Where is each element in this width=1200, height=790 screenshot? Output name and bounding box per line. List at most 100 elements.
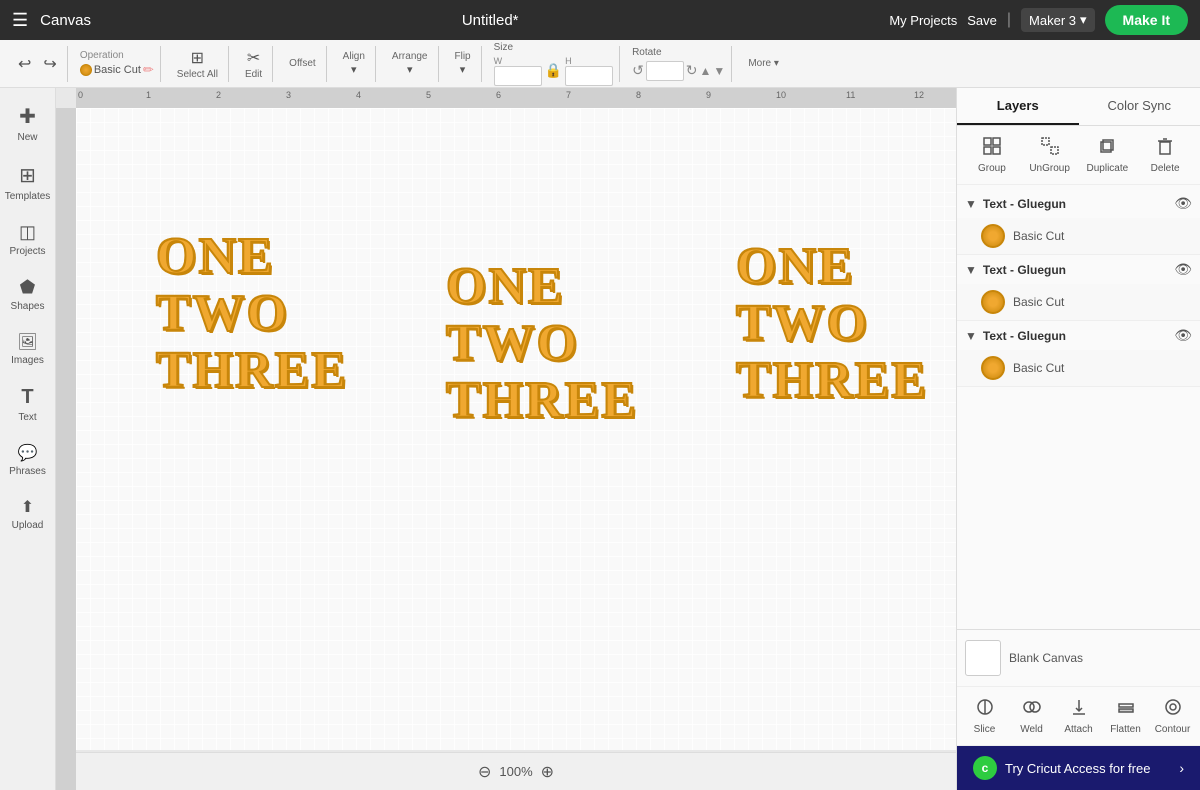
flatten-icon bbox=[1116, 697, 1136, 722]
layer-eye-1[interactable]: 👁 bbox=[1174, 195, 1192, 212]
layer-child-3[interactable]: Basic Cut bbox=[957, 350, 1200, 386]
canvas-text-group3-line1: ONE bbox=[736, 238, 928, 295]
operation-value[interactable]: Basic Cut ✏ bbox=[80, 62, 154, 78]
ruler-tick-2: 2 bbox=[216, 90, 221, 100]
layer-child-1[interactable]: Basic Cut bbox=[957, 218, 1200, 254]
tab-layers[interactable]: Layers bbox=[957, 88, 1079, 125]
zoom-out-button[interactable]: ⊖ bbox=[478, 762, 491, 782]
canvas-text-group2-line1: ONE bbox=[446, 258, 638, 315]
ungroup-tool[interactable]: UnGroup bbox=[1023, 132, 1077, 178]
my-projects-link[interactable]: My Projects bbox=[889, 13, 957, 28]
layer-name-3: Text - Gluegun bbox=[983, 329, 1168, 343]
layer-child-2[interactable]: Basic Cut bbox=[957, 284, 1200, 320]
redo-button[interactable]: ↪ bbox=[39, 52, 60, 76]
layer-header-3[interactable]: ▼ Text - Gluegun 👁 bbox=[957, 321, 1200, 350]
ungroup-icon bbox=[1040, 136, 1060, 161]
sidebar-item-text[interactable]: T Text bbox=[3, 378, 53, 431]
machine-name: Maker 3 bbox=[1029, 13, 1076, 28]
text-icon: T bbox=[21, 386, 33, 409]
zoom-in-button[interactable]: ⊕ bbox=[541, 762, 554, 782]
sidebar-item-phrases[interactable]: 💬 Phrases bbox=[3, 435, 53, 485]
flip-group: Flip ▾ bbox=[445, 46, 482, 82]
text-group-3[interactable]: ONE TWO THREE bbox=[736, 238, 928, 410]
sidebar-item-new[interactable]: ✚ New bbox=[3, 96, 53, 151]
ruler-tick-9: 9 bbox=[706, 90, 711, 100]
arrange-button[interactable]: Arrange ▾ bbox=[388, 49, 432, 78]
offset-button[interactable]: Offset bbox=[285, 56, 320, 71]
group-label: Group bbox=[978, 163, 1006, 174]
layer-eye-2[interactable]: 👁 bbox=[1174, 261, 1192, 278]
ruler-tick-12: 12 bbox=[914, 90, 924, 100]
cricut-access-banner[interactable]: c Try Cricut Access for free › bbox=[957, 746, 1200, 790]
undo-redo-group: ↩ ↪ bbox=[8, 46, 68, 82]
make-it-button[interactable]: Make It bbox=[1105, 5, 1188, 35]
delete-tool[interactable]: Delete bbox=[1138, 132, 1192, 178]
layer-child-name-2: Basic Cut bbox=[1013, 295, 1064, 309]
ungroup-label: UnGroup bbox=[1029, 163, 1070, 174]
templates-icon: ⊞ bbox=[19, 163, 36, 188]
contour-tool[interactable]: Contour bbox=[1149, 693, 1196, 739]
hamburger-menu[interactable]: ☰ bbox=[12, 10, 28, 31]
layer-header-2[interactable]: ▼ Text - Gluegun 👁 bbox=[957, 255, 1200, 284]
undo-button[interactable]: ↩ bbox=[14, 52, 35, 76]
machine-chevron-icon: ▾ bbox=[1080, 12, 1087, 28]
align-button[interactable]: Align ▾ bbox=[339, 49, 369, 78]
layer-child-icon-2 bbox=[981, 290, 1005, 314]
group-tool[interactable]: Group bbox=[965, 132, 1019, 178]
zoom-level: 100% bbox=[499, 764, 532, 779]
sidebar-item-images-label: Images bbox=[11, 355, 44, 366]
edit-label: Edit bbox=[245, 69, 262, 80]
layer-eye-3[interactable]: 👁 bbox=[1174, 327, 1192, 344]
upload-icon: ⬆ bbox=[21, 497, 34, 517]
select-all-button[interactable]: ⊞ Select All bbox=[173, 46, 222, 82]
layer-header-1[interactable]: ▼ Text - Gluegun 👁 bbox=[957, 189, 1200, 218]
shapes-icon: ⬟ bbox=[20, 277, 36, 298]
save-button[interactable]: Save bbox=[967, 13, 997, 28]
attach-label: Attach bbox=[1064, 724, 1092, 735]
left-sidebar: ✚ New ⊞ Templates ◫ Projects ⬟ Shapes 🖼 … bbox=[0, 88, 56, 790]
layer-group-3: ▼ Text - Gluegun 👁 Basic Cut bbox=[957, 321, 1200, 387]
align-group: Align ▾ bbox=[333, 46, 376, 82]
projects-icon: ◫ bbox=[19, 222, 36, 243]
more-button[interactable]: More ▾ bbox=[744, 56, 783, 71]
sidebar-item-upload[interactable]: ⬆ Upload bbox=[3, 489, 53, 539]
size-group: Size W 🔒 H bbox=[488, 46, 620, 82]
canvas-area[interactable]: 0 1 2 3 4 5 6 7 8 9 10 11 12 ONE TWO bbox=[56, 88, 956, 790]
flatten-tool[interactable]: Flatten bbox=[1102, 693, 1149, 739]
rotate-input[interactable] bbox=[646, 61, 684, 81]
height-input[interactable] bbox=[565, 66, 613, 86]
weld-icon bbox=[1022, 697, 1042, 722]
ruler-tick-1: 1 bbox=[146, 90, 151, 100]
sidebar-item-projects[interactable]: ◫ Projects bbox=[3, 214, 53, 265]
flip-label: Flip bbox=[455, 51, 471, 62]
app-name: Canvas bbox=[40, 12, 91, 29]
canvas-text-group3-line3: THREE bbox=[736, 352, 928, 409]
main-toolbar: ↩ ↪ Operation Basic Cut ✏ ⊞ Select All ✂… bbox=[0, 40, 1200, 88]
machine-selector[interactable]: Maker 3 ▾ bbox=[1021, 8, 1095, 32]
edit-button[interactable]: ✂ Edit bbox=[241, 46, 266, 82]
weld-tool[interactable]: Weld bbox=[1008, 693, 1055, 739]
flip-button[interactable]: Flip ▾ bbox=[451, 49, 475, 78]
attach-tool[interactable]: Attach bbox=[1055, 693, 1102, 739]
slice-tool[interactable]: Slice bbox=[961, 693, 1008, 739]
text-group-1[interactable]: ONE TWO THREE bbox=[156, 228, 348, 400]
group-icon bbox=[982, 136, 1002, 161]
sidebar-item-phrases-label: Phrases bbox=[9, 466, 46, 477]
delete-icon bbox=[1155, 136, 1175, 161]
sidebar-item-images[interactable]: 🖼 Images bbox=[3, 324, 53, 374]
document-title: Untitled* bbox=[103, 12, 877, 29]
text-group-2[interactable]: ONE TWO THREE bbox=[446, 258, 638, 430]
ruler-top: 0 1 2 3 4 5 6 7 8 9 10 11 12 bbox=[76, 88, 956, 108]
rotate-ccw-icon: ↺ bbox=[632, 62, 644, 79]
sidebar-item-shapes-label: Shapes bbox=[11, 301, 45, 312]
tab-color-sync[interactable]: Color Sync bbox=[1079, 88, 1200, 125]
canvas-grid[interactable]: ONE TWO THREE ONE TWO THREE ONE TWO THRE… bbox=[76, 108, 956, 750]
images-icon: 🖼 bbox=[17, 332, 37, 352]
canvas-text-group2-line2: TWO bbox=[446, 315, 638, 372]
align-label: Align bbox=[343, 51, 365, 62]
sidebar-item-shapes[interactable]: ⬟ Shapes bbox=[3, 269, 53, 320]
edit-icon: ✂ bbox=[247, 48, 260, 68]
width-input[interactable] bbox=[494, 66, 542, 86]
duplicate-tool[interactable]: Duplicate bbox=[1081, 132, 1135, 178]
sidebar-item-templates[interactable]: ⊞ Templates bbox=[3, 155, 53, 210]
